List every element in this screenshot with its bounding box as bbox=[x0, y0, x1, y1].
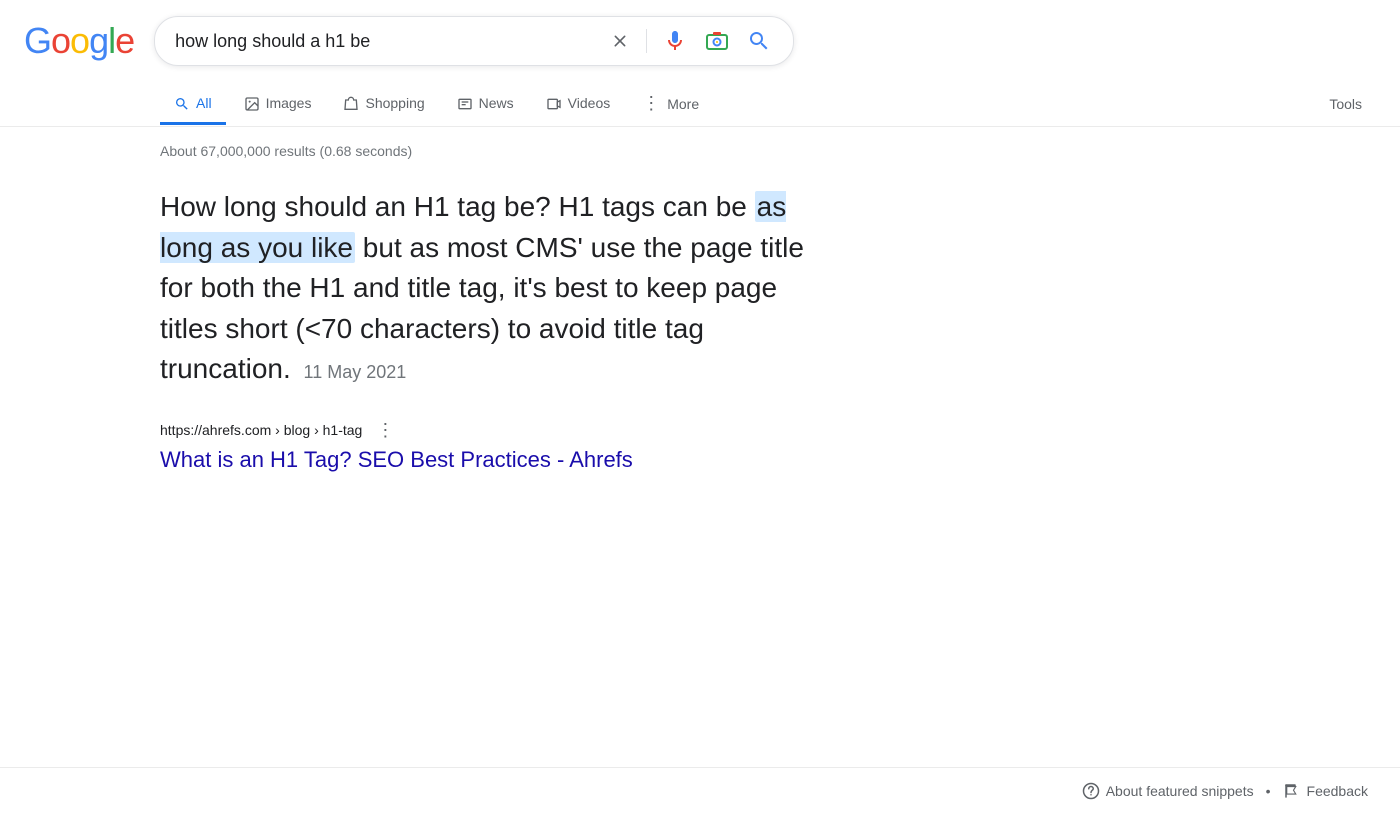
tab-all-label: All bbox=[196, 95, 212, 111]
bottom-bar: About featured snippets • Feedback bbox=[0, 767, 1400, 814]
search-input[interactable]: how long should a h1 be bbox=[175, 31, 596, 52]
search-bar: how long should a h1 be bbox=[154, 16, 794, 66]
vertical-dots-icon: ⋮ bbox=[376, 420, 394, 440]
logo-letter-g2: g bbox=[89, 20, 108, 61]
search-tabs: All Images Shopping News Videos ⋮ More T… bbox=[0, 74, 1400, 127]
search-bar-icons bbox=[608, 27, 773, 55]
logo-letter-o1: o bbox=[51, 20, 70, 61]
tab-images[interactable]: Images bbox=[230, 85, 326, 125]
feedback-label: Feedback bbox=[1307, 783, 1368, 799]
news-icon bbox=[457, 95, 473, 112]
featured-snippet: How long should an H1 tag be? H1 tags ca… bbox=[160, 187, 836, 390]
tab-news-label: News bbox=[479, 95, 514, 111]
search-icon bbox=[747, 29, 771, 53]
question-circle-icon bbox=[1082, 782, 1100, 800]
tab-news[interactable]: News bbox=[443, 85, 528, 125]
about-featured-snippets[interactable]: About featured snippets bbox=[1082, 782, 1254, 800]
header: Google how long should a h1 be bbox=[0, 0, 1400, 66]
results-area: About 67,000,000 results (0.68 seconds) … bbox=[0, 127, 860, 497]
shopping-icon bbox=[343, 95, 359, 112]
result-title-link[interactable]: What is an H1 Tag? SEO Best Practices - … bbox=[160, 447, 836, 473]
feedback-button[interactable]: Feedback bbox=[1283, 782, 1368, 800]
tab-all[interactable]: All bbox=[160, 85, 226, 125]
microphone-icon bbox=[663, 29, 687, 53]
voice-search-button[interactable] bbox=[661, 27, 689, 55]
tab-tools-label: Tools bbox=[1329, 96, 1362, 112]
clear-button[interactable] bbox=[608, 29, 632, 53]
close-icon bbox=[610, 31, 630, 51]
tab-shopping-label: Shopping bbox=[365, 95, 424, 111]
about-label: About featured snippets bbox=[1106, 783, 1254, 799]
more-dots-icon: ⋮ bbox=[642, 93, 661, 114]
results-count: About 67,000,000 results (0.68 seconds) bbox=[160, 143, 836, 159]
lens-button[interactable] bbox=[703, 27, 731, 55]
search-button[interactable] bbox=[745, 27, 773, 55]
logo-letter-o2: o bbox=[70, 20, 89, 61]
source-url-row: https://ahrefs.com › blog › h1-tag ⋮ bbox=[160, 418, 836, 443]
result-url: https://ahrefs.com › blog › h1-tag bbox=[160, 422, 362, 438]
tab-tools[interactable]: Tools bbox=[1315, 86, 1376, 125]
tab-more[interactable]: ⋮ More bbox=[628, 83, 713, 127]
tab-images-label: Images bbox=[266, 95, 312, 111]
google-logo[interactable]: Google bbox=[24, 20, 134, 62]
all-search-icon bbox=[174, 95, 190, 112]
logo-letter-g: G bbox=[24, 20, 51, 61]
images-icon bbox=[244, 95, 260, 112]
separator: • bbox=[1266, 783, 1271, 799]
result-menu-button[interactable]: ⋮ bbox=[370, 418, 400, 443]
camera-icon bbox=[705, 29, 729, 53]
search-divider bbox=[646, 29, 647, 53]
tab-more-label: More bbox=[667, 96, 699, 112]
tab-shopping[interactable]: Shopping bbox=[329, 85, 438, 125]
snippet-date: 11 May 2021 bbox=[299, 362, 407, 382]
flag-icon bbox=[1283, 782, 1301, 800]
tab-videos-label: Videos bbox=[568, 95, 611, 111]
tab-videos[interactable]: Videos bbox=[532, 85, 625, 125]
logo-letter-e: e bbox=[115, 20, 134, 61]
snippet-text-before: How long should an H1 tag be? H1 tags ca… bbox=[160, 191, 755, 222]
videos-icon bbox=[546, 95, 562, 112]
